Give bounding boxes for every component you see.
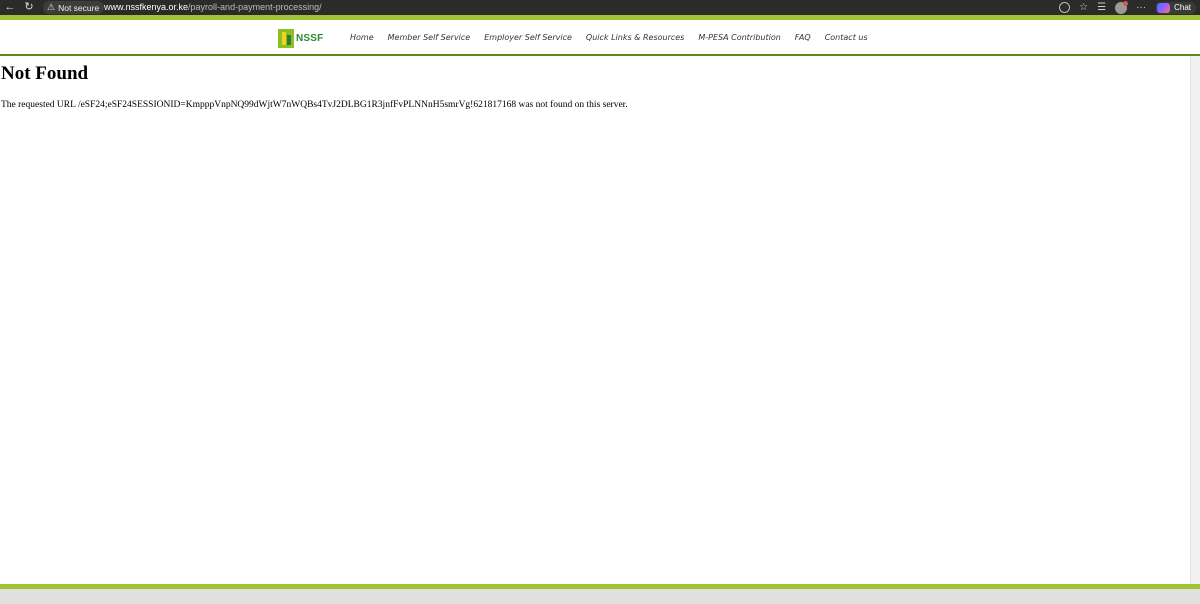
- nav-quick-links[interactable]: Quick Links & Resources: [586, 33, 684, 42]
- nav-faq[interactable]: FAQ: [795, 33, 811, 42]
- site-header: NSSF Home Member Self Service Employer S…: [0, 20, 1200, 55]
- chat-button[interactable]: Chat: [1155, 1, 1196, 14]
- copilot-icon: [1157, 2, 1171, 13]
- warning-icon: ⚠: [47, 2, 56, 12]
- url-domain: www.nssfkenya.or.ke: [104, 2, 189, 12]
- url-path: /payroll-and-payment-processing/: [188, 2, 322, 12]
- nav-employer-self-service[interactable]: Employer Self Service: [484, 33, 572, 42]
- main-nav: Home Member Self Service Employer Self S…: [350, 33, 868, 42]
- address-bar[interactable]: www.nssfkenya.or.ke/payroll-and-payment-…: [104, 2, 322, 12]
- nav-member-self-service[interactable]: Member Self Service: [388, 33, 471, 42]
- page-title: Not Found: [1, 63, 89, 84]
- nssf-logo-mark-icon: [278, 29, 294, 48]
- security-label: Not secure: [58, 2, 100, 13]
- back-button[interactable]: ←: [3, 1, 17, 14]
- star-icon[interactable]: ☆: [1079, 0, 1088, 15]
- reload-icon: ↻: [24, 1, 34, 13]
- nav-home[interactable]: Home: [350, 33, 374, 42]
- page-scrollbar[interactable]: [1190, 56, 1200, 584]
- nav-contact-us[interactable]: Contact us: [825, 33, 868, 42]
- browser-toolbar: ← ↻ ⚠ Not secure www.nssfkenya.or.ke/pay…: [0, 0, 1200, 15]
- logo-text: NSSF: [296, 33, 324, 44]
- security-indicator[interactable]: ⚠ Not secure: [43, 1, 105, 14]
- browser-tools: ☆ ☰ ··· Chat: [1059, 0, 1196, 15]
- nssf-logo[interactable]: NSSF: [278, 29, 324, 48]
- favorites-icon[interactable]: ☰: [1097, 0, 1106, 15]
- extension-icon[interactable]: [1059, 2, 1071, 13]
- nav-mpesa-contribution[interactable]: M-PESA Contribution: [698, 33, 780, 42]
- reload-button[interactable]: ↻: [22, 1, 36, 14]
- site-footer: [0, 589, 1200, 604]
- error-message: The requested URL /eSF24;eSF24SESSIONID=…: [1, 100, 628, 110]
- more-menu-button[interactable]: ···: [1136, 0, 1146, 15]
- arrow-left-icon: ←: [4, 1, 16, 13]
- chat-label: Chat: [1174, 3, 1191, 12]
- header-divider: [0, 54, 1200, 56]
- profile-avatar[interactable]: [1115, 0, 1129, 14]
